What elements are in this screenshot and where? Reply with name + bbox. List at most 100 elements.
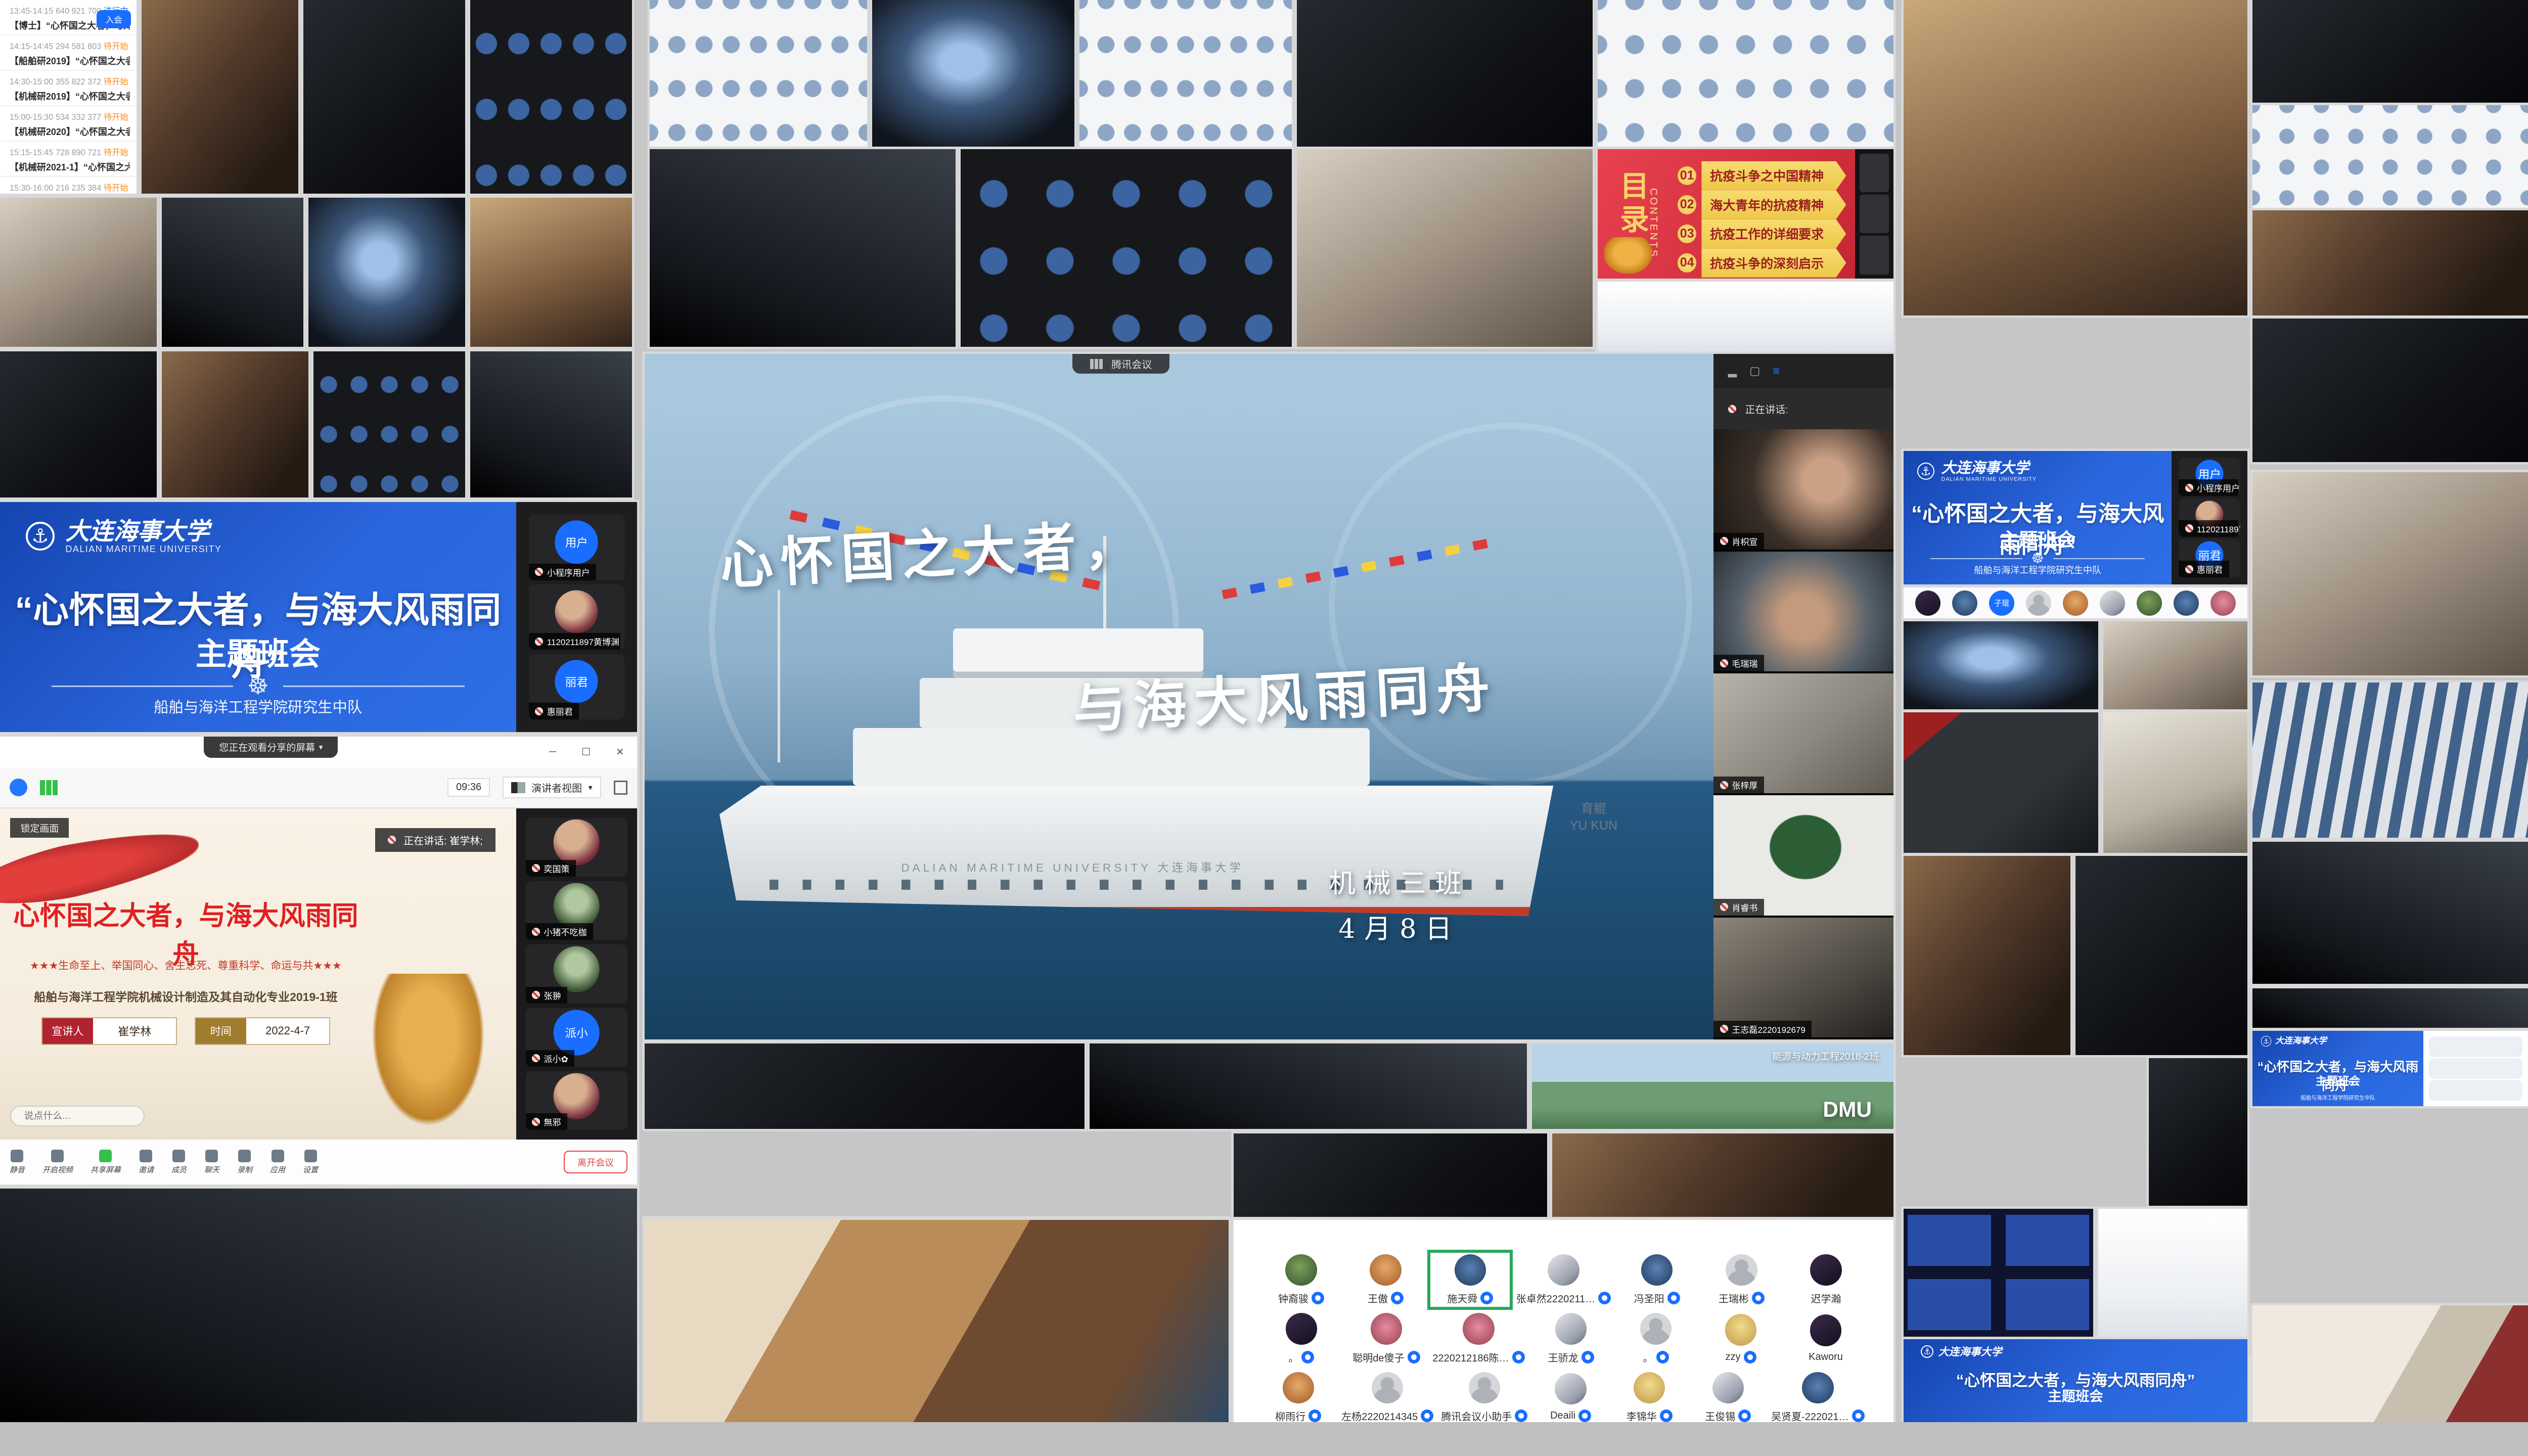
photo-tile xyxy=(303,0,465,194)
participant-cell[interactable]: 左杨2220214345 xyxy=(1338,1368,1437,1422)
join-meeting-button[interactable]: 入会 xyxy=(97,10,131,28)
meeting-title: 【机械研2021-1】“心怀国之大者，与海… xyxy=(10,160,130,173)
video-tile[interactable]: 用户小程序用户 xyxy=(2179,458,2240,496)
avatar[interactable]: 子琨 xyxy=(1989,590,2014,616)
muted-mic-icon xyxy=(532,928,540,936)
avatar[interactable] xyxy=(1952,590,1977,616)
close-button[interactable]: ✕ xyxy=(616,746,624,758)
participant-cell[interactable]: 迟学瀚 xyxy=(1784,1250,1868,1309)
screen-share-banner[interactable]: 您正在观看分享的屏幕▾ xyxy=(204,737,338,758)
video-tile[interactable]: 肖睿书 xyxy=(1713,795,1893,917)
video-tile[interactable]: 小猪不吃枷 xyxy=(526,881,628,940)
participant-cell[interactable]: 王傲 xyxy=(1343,1250,1428,1309)
participant-cell[interactable]: 。 xyxy=(1259,1309,1344,1369)
participant-cell[interactable]: 王瑞彬 xyxy=(1699,1250,1784,1309)
settings-button[interactable]: 设置 xyxy=(303,1150,318,1175)
meeting-list-item[interactable]: 14:15-14:45294 581 803待开始 【船舶研2019】“心怀国之… xyxy=(0,35,137,71)
window-icon[interactable]: ▢ xyxy=(1749,365,1760,378)
video-tile[interactable]: 無邪 xyxy=(526,1071,628,1130)
dmu-logo-text: DMU xyxy=(1823,1098,1872,1122)
participant-cell[interactable]: 聪明de傻子 xyxy=(1344,1309,1429,1369)
avatar[interactable] xyxy=(2100,590,2125,616)
participant-cell-selected[interactable]: 施天舜 xyxy=(1428,1250,1512,1309)
participant-cell[interactable]: 腾讯会议小助手 xyxy=(1437,1368,1531,1422)
minimize-button[interactable]: ─ xyxy=(549,746,556,758)
participant-cell[interactable]: 2220212186陈… xyxy=(1429,1309,1528,1369)
participant-cell[interactable]: Kaworu xyxy=(1783,1309,1868,1369)
participant-cell[interactable]: 王骄龙 xyxy=(1528,1309,1613,1369)
maximize-button[interactable]: ☐ xyxy=(581,746,591,758)
participant-cell[interactable]: 钟裔骏 xyxy=(1259,1250,1343,1309)
status-badge-icon xyxy=(1738,1409,1751,1422)
record-button[interactable]: 录制 xyxy=(237,1150,252,1175)
participant-name: 無邪 xyxy=(544,1115,561,1128)
chat-input[interactable] xyxy=(10,1106,144,1126)
participant-cell[interactable]: 吴贤夏-222021… xyxy=(1768,1368,1868,1422)
participant-name: 小猪不吃枷 xyxy=(544,925,587,938)
meeting-list-item[interactable]: 15:15-15:45728 890 721待开始 【机械研2021-1】“心怀… xyxy=(0,142,137,177)
avatar[interactable] xyxy=(2026,590,2051,616)
participant-cell[interactable]: zzy xyxy=(1698,1309,1783,1369)
meeting-list-item[interactable]: 14:30-15:00355 822 372待开始 【机械研2019】“心怀国之… xyxy=(0,71,137,106)
video-tile[interactable]: 丽君惠丽君 xyxy=(529,654,624,720)
video-tile[interactable]: 派小派小✿ xyxy=(526,1008,628,1067)
avatar xyxy=(554,946,600,992)
participant-cell[interactable]: 王俊锡 xyxy=(1689,1368,1768,1422)
video-tile[interactable] xyxy=(1860,236,1889,274)
meeting-list-item[interactable]: 13:45-14:15640 921 700进行中 【博士】“心怀国之大者，与海… xyxy=(0,0,137,35)
mic-icon xyxy=(1728,405,1736,413)
chat-button[interactable]: 聊天 xyxy=(204,1150,219,1175)
participant-name: zzy xyxy=(1726,1351,1741,1363)
video-tile[interactable]: 1120211897黄博渊 xyxy=(529,584,624,650)
share-screen-button[interactable]: 共享屏幕 xyxy=(91,1150,121,1175)
participant-cell[interactable]: 冯圣阳 xyxy=(1615,1250,1699,1309)
video-tile[interactable] xyxy=(1860,154,1889,192)
minimize-icon[interactable]: ▂ xyxy=(1728,365,1737,378)
participant-name: Deaili xyxy=(1550,1410,1575,1422)
video-tile[interactable]: 张梓厚 xyxy=(1713,673,1893,795)
video-tile[interactable]: 肖枳宣 xyxy=(1713,429,1893,551)
fullscreen-icon[interactable] xyxy=(614,781,628,795)
participant-cell[interactable]: 张卓然2220211… xyxy=(1512,1250,1614,1309)
meeting-list-item[interactable]: 15:30-16:00216 235 384待开始 【船舶研2021-2】“心怀… xyxy=(0,177,137,194)
participant-cell[interactable]: 李锦华 xyxy=(1610,1368,1689,1422)
video-tile[interactable]: 王志磊2220192679 xyxy=(1713,918,1893,1039)
avatar[interactable] xyxy=(2174,590,2199,616)
layout-list-icon[interactable]: ≡ xyxy=(1773,365,1779,378)
avatar[interactable] xyxy=(1915,590,1940,616)
video-tile[interactable]: 丽君惠丽君 xyxy=(2179,539,2240,577)
video-tile[interactable]: 毛瑞瑞 xyxy=(1713,552,1893,673)
members-button[interactable]: 成员 xyxy=(171,1150,187,1175)
apps-button[interactable]: 应用 xyxy=(270,1150,285,1175)
video-tile[interactable]: 奕国策 xyxy=(526,818,628,877)
mute-button[interactable]: 静音 xyxy=(10,1150,25,1175)
list-item[interactable] xyxy=(2429,1036,2522,1057)
avatar[interactable] xyxy=(2063,590,2088,616)
blue-slide: ⚓ 大连海事大学DALIAN MARITIME UNIVERSITY “心怀国之… xyxy=(0,502,516,733)
avatar[interactable] xyxy=(2137,590,2162,616)
red-slide-meeting-window: 您正在观看分享的屏幕▾ ─ ☐ ✕ 09:36 演讲者视图▾ 锁定画面 正在讲话… xyxy=(0,737,637,1185)
photo-tile xyxy=(1904,856,2070,1055)
video-tile[interactable]: 张翀 xyxy=(526,944,628,1003)
meeting-list-item[interactable]: 15:00-15:30534 332 377待开始 【机械研2020】“心怀国之… xyxy=(0,106,137,142)
list-item[interactable] xyxy=(2429,1058,2522,1079)
participant-cell[interactable]: Deaili xyxy=(1531,1368,1610,1422)
meeting-app-titlebar[interactable]: 腾讯会议 xyxy=(1072,354,1170,374)
date-label: 时间 xyxy=(196,1018,247,1044)
photo-tile xyxy=(470,198,632,347)
invite-icon xyxy=(140,1150,152,1162)
participant-cell[interactable]: 柳雨行 xyxy=(1259,1368,1338,1422)
video-tile[interactable]: 1120211897黄博渊 xyxy=(2179,498,2240,537)
view-mode-dropdown[interactable]: 演讲者视图▾ xyxy=(503,777,601,798)
participants-sidebar xyxy=(1855,149,1893,279)
invite-button[interactable]: 邀请 xyxy=(139,1150,154,1175)
meeting-toolbar: 09:36 演讲者视图▾ xyxy=(0,768,637,808)
camera-button[interactable]: 开启视频 xyxy=(42,1150,73,1175)
video-tile[interactable]: 用户小程序用户 xyxy=(529,515,624,580)
participant-cell[interactable]: 。 xyxy=(1613,1309,1698,1369)
avatar[interactable] xyxy=(2210,590,2236,616)
lock-view-label[interactable]: 锁定画面 xyxy=(10,818,69,838)
leave-meeting-button[interactable]: 离开会议 xyxy=(564,1151,627,1173)
video-tile[interactable] xyxy=(1860,195,1889,233)
list-item[interactable] xyxy=(2429,1080,2522,1101)
